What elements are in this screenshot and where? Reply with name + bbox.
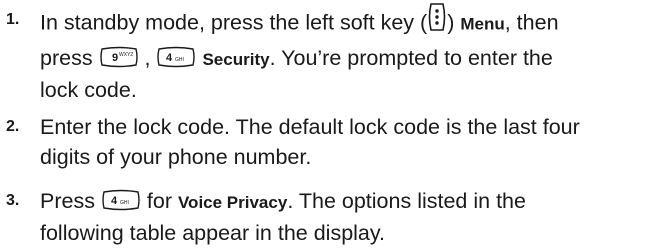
key-4-ghi-icon: 4 GHI [101, 189, 141, 211]
step-text: Press 4 GHI for Voice Privacy. The optio… [40, 186, 642, 248]
step-line: press 9 WXYZ , 4 GHI Security. You’re pr… [40, 46, 553, 70]
key-4-ghi-icon: 4 GHI [156, 46, 196, 68]
svg-text:WXYZ: WXYZ [119, 52, 133, 58]
svg-text:GHI: GHI [175, 57, 184, 63]
step-number: 2. [6, 118, 20, 135]
svg-text:GHI: GHI [120, 200, 129, 206]
key-9-wxyz-icon: 9 WXYZ [99, 46, 139, 68]
step-line: following table appear in the display. [40, 221, 386, 245]
step-text: In standby mode, press the left soft key… [40, 2, 642, 105]
svg-text:4: 4 [111, 195, 118, 207]
step-line: digits of your phone number. [40, 145, 312, 169]
step-number: 1. [6, 11, 20, 28]
step-line: In standby mode, press the left soft key… [40, 2, 642, 43]
step-line: Enter the lock code. The default lock co… [40, 115, 580, 139]
svg-text:9: 9 [112, 52, 118, 64]
menu-label: Menu [460, 14, 505, 34]
step-line: Press 4 GHI for Voice Privacy. The optio… [40, 189, 526, 213]
voice-privacy-label: Voice Privacy [177, 193, 288, 212]
left-soft-key-icon [427, 2, 447, 40]
instruction-steps: 1. In standby mode, press the left soft … [0, 0, 650, 250]
step-text: Enter the lock code. The default lock co… [40, 112, 642, 172]
step-line: lock code. [40, 78, 137, 102]
security-label: Security [202, 50, 270, 69]
step-number: 3. [6, 192, 20, 209]
svg-text:4: 4 [166, 52, 173, 64]
